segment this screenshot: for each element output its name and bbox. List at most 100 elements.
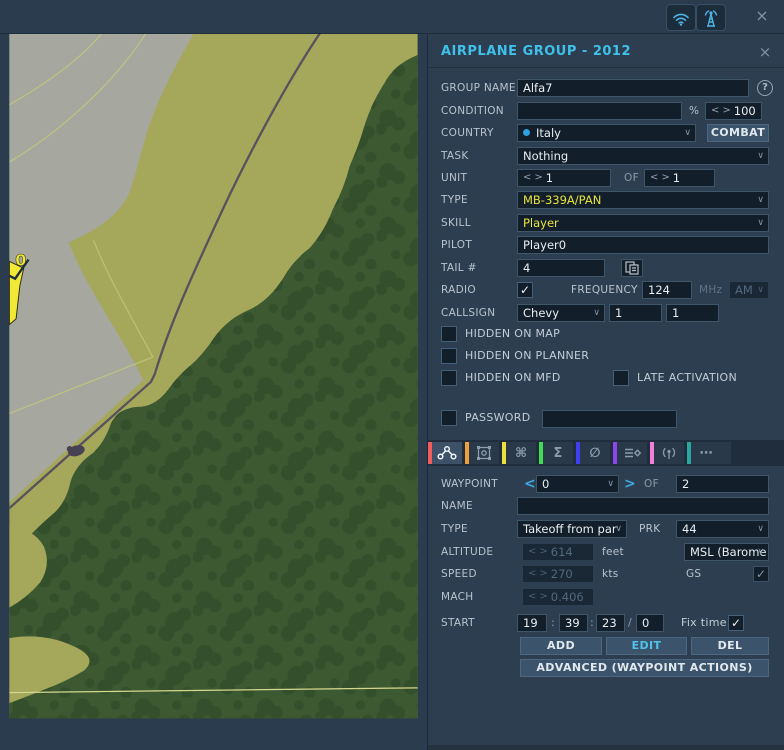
- mach-value: 0.406: [550, 590, 584, 604]
- unit-total-spinner[interactable]: < > 1: [644, 169, 715, 187]
- spin-left-icon[interactable]: <: [523, 170, 531, 186]
- password-input[interactable]: [542, 410, 677, 428]
- skill-select[interactable]: Player ∨: [517, 214, 769, 232]
- country-label: COUNTRY: [441, 127, 494, 139]
- chevron-down-icon: ∨: [757, 285, 764, 295]
- edit-button[interactable]: EDIT: [606, 637, 687, 655]
- pilot-label: PILOT: [441, 239, 473, 251]
- task-label: TASK: [441, 150, 469, 162]
- waypoint-next-icon[interactable]: >: [624, 475, 636, 493]
- hidden-on-planner-label: HIDDEN ON PLANNER: [465, 349, 590, 362]
- start-hours-input[interactable]: 19: [517, 614, 547, 632]
- tab-payload[interactable]: [613, 442, 647, 464]
- ellipsis-icon: ⋯: [699, 445, 713, 461]
- type-label: TYPE: [441, 194, 468, 206]
- spin-right-icon: >: [539, 568, 548, 579]
- tab-summary[interactable]: [465, 442, 499, 464]
- prk-value: 44: [682, 522, 697, 536]
- frequency-input[interactable]: 124: [642, 281, 692, 299]
- radio-checkbox[interactable]: ✓: [517, 282, 533, 298]
- altitude-spinner: < > 614: [522, 543, 594, 561]
- wp-type-value: Takeoff from par: [523, 522, 617, 536]
- wp-name-input[interactable]: [517, 497, 769, 515]
- spin-left-icon[interactable]: <: [711, 103, 719, 119]
- window-close-icon[interactable]: ×: [752, 5, 772, 27]
- airplane-group-panel: AIRPLANE GROUP - 2012 × GROUP NAME Alfa7…: [427, 33, 784, 750]
- hidden-on-mfd-checkbox[interactable]: [441, 370, 457, 386]
- tab-route[interactable]: [428, 442, 462, 464]
- condition-spinner[interactable]: < > 100: [705, 102, 762, 120]
- callsign-select[interactable]: Chevy ∨: [517, 304, 605, 322]
- fix-time-checkbox[interactable]: ✓: [728, 615, 744, 631]
- unit-count-spinner[interactable]: < > 1: [517, 169, 611, 187]
- task-select[interactable]: Nothing ∨: [517, 147, 769, 165]
- password-checkbox[interactable]: [441, 410, 457, 426]
- late-activation-checkbox[interactable]: [613, 370, 629, 386]
- antenna-icon: [654, 442, 684, 464]
- map-view[interactable]: 0: [0, 33, 427, 750]
- wifi-icon: [673, 13, 689, 26]
- spin-right-icon[interactable]: >: [722, 103, 730, 119]
- tab-more[interactable]: ⋯: [687, 442, 731, 464]
- group-name-label: GROUP NAME: [441, 82, 516, 94]
- mach-spinner: < > 0.406: [522, 588, 594, 606]
- wifi-button[interactable]: [666, 4, 696, 31]
- time-separator: :: [551, 616, 555, 629]
- combat-button[interactable]: COMBAT: [707, 124, 769, 142]
- marquee-icon: [469, 442, 499, 464]
- condition-input[interactable]: [517, 102, 682, 120]
- tab-actions[interactable]: ⌘: [502, 442, 536, 464]
- waypoint-value: 0: [542, 477, 550, 491]
- modulation-select[interactable]: AM ∨: [729, 281, 769, 299]
- mhz-label: MHz: [699, 284, 723, 296]
- help-icon[interactable]: ?: [757, 80, 773, 96]
- paste-button[interactable]: [621, 259, 643, 277]
- callsign-num2-input[interactable]: 1: [666, 304, 719, 322]
- speed-value: 270: [550, 567, 573, 581]
- start-seconds-input[interactable]: 23: [596, 614, 625, 632]
- wp-type-select[interactable]: Takeoff from par ∨: [517, 520, 627, 538]
- hidden-on-planner-checkbox[interactable]: [441, 348, 457, 364]
- hidden-on-map-checkbox[interactable]: [441, 326, 457, 342]
- country-select[interactable]: Italy ∨: [517, 124, 696, 142]
- waypoint-prev-icon[interactable]: <: [524, 475, 536, 493]
- type-select[interactable]: MB-339A/PAN ∨: [517, 191, 769, 209]
- waypoint-of-label: OF: [644, 478, 659, 490]
- unit-count-value: 1: [545, 171, 554, 185]
- waypoint-zero-label: 0: [15, 250, 26, 269]
- spin-left-icon[interactable]: <: [650, 170, 658, 186]
- spin-right-icon: >: [539, 591, 548, 602]
- radio-tower-icon: [704, 9, 718, 27]
- pilot-input[interactable]: Player0: [517, 236, 769, 254]
- spin-right-icon[interactable]: >: [534, 170, 542, 186]
- callsign-label: CALLSIGN: [441, 307, 496, 319]
- fix-time-label: Fix time: [681, 616, 727, 629]
- tab-radio[interactable]: [650, 442, 684, 464]
- spin-right-icon[interactable]: >: [661, 170, 669, 186]
- start-day-input[interactable]: 0: [636, 614, 664, 632]
- callsign-num1-input[interactable]: 1: [609, 304, 662, 322]
- radio-tower-button[interactable]: [696, 4, 726, 31]
- tab-sum[interactable]: Σ: [539, 442, 573, 464]
- del-button[interactable]: DEL: [691, 637, 769, 655]
- spin-right-icon: >: [539, 546, 548, 557]
- kts-label: kts: [602, 568, 619, 580]
- tab-failures[interactable]: ∅: [576, 442, 610, 464]
- wp-type-label: TYPE: [441, 523, 468, 535]
- panel-close-icon[interactable]: ×: [756, 43, 774, 61]
- password-label: PASSWORD: [465, 411, 531, 424]
- day-separator: /: [628, 616, 632, 629]
- altitude-ref-select[interactable]: MSL (Barome ∨: [684, 543, 769, 561]
- group-name-input[interactable]: Alfa7: [517, 79, 749, 97]
- hidden-on-map-label: HIDDEN ON MAP: [465, 327, 561, 340]
- advanced-waypoint-actions-button[interactable]: ADVANCED (WAYPOINT ACTIONS): [520, 659, 769, 677]
- type-value: MB-339A/PAN: [523, 193, 602, 207]
- start-minutes-input[interactable]: 39: [559, 614, 588, 632]
- country-value: Italy: [536, 126, 561, 140]
- tail-number-input[interactable]: 4: [517, 259, 605, 277]
- gs-label: GS: [686, 568, 702, 580]
- add-button[interactable]: ADD: [520, 637, 602, 655]
- waypoint-select[interactable]: 0 ∨: [536, 475, 619, 493]
- prk-select[interactable]: 44 ∨: [676, 520, 769, 538]
- gs-checkbox[interactable]: ✓: [753, 566, 769, 582]
